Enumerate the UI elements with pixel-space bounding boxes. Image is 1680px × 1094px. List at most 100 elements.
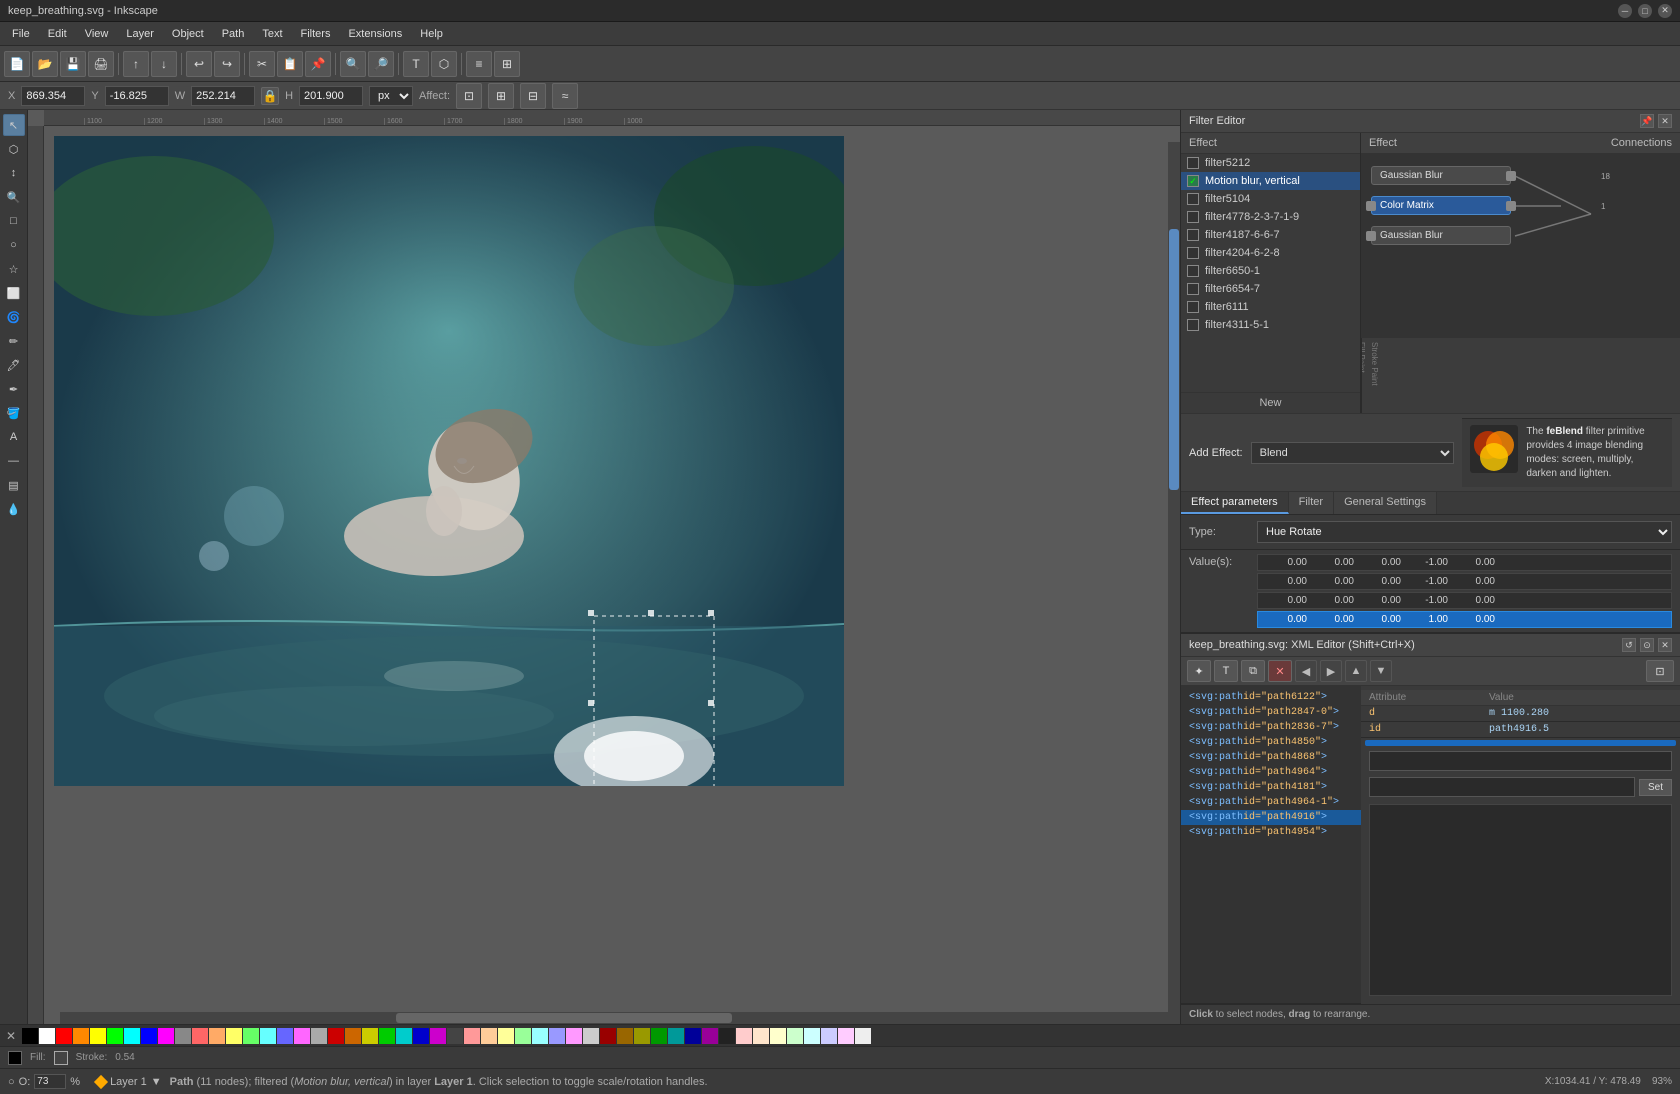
palette-color[interactable] (22, 1028, 38, 1044)
xml-down-btn[interactable]: ▼ (1370, 660, 1392, 682)
filter-check-9[interactable] (1187, 319, 1199, 331)
palette-color[interactable] (226, 1028, 242, 1044)
node-port-r-0[interactable] (1506, 171, 1516, 181)
circle-tool[interactable]: ○ (3, 234, 25, 256)
palette-color[interactable] (532, 1028, 548, 1044)
print-button[interactable]: 🖨 (88, 51, 114, 77)
filter-item-4[interactable]: filter4187-6-6-7 (1181, 226, 1360, 244)
redo-button[interactable]: ↪ (214, 51, 240, 77)
import-button[interactable]: ↑ (123, 51, 149, 77)
fill-swatch[interactable] (8, 1051, 22, 1065)
palette-color[interactable] (430, 1028, 446, 1044)
palette-color[interactable] (651, 1028, 667, 1044)
palette-color[interactable] (175, 1028, 191, 1044)
palette-color[interactable] (192, 1028, 208, 1044)
tab-effect-params[interactable]: Effect parameters (1181, 492, 1289, 514)
cut-button[interactable]: ✂ (249, 51, 275, 77)
matrix-row-0[interactable]: 0.00 0.00 0.00 -1.00 0.00 (1257, 554, 1672, 571)
copy-button[interactable]: 📋 (277, 51, 303, 77)
xml-text-area[interactable] (1369, 804, 1672, 996)
palette-color[interactable] (464, 1028, 480, 1044)
vertical-scrollbar[interactable] (1168, 142, 1180, 1012)
xml-new-text-btn[interactable]: T (1214, 660, 1238, 682)
save-button[interactable]: 💾 (60, 51, 86, 77)
palette-color[interactable] (107, 1028, 123, 1044)
minimize-button[interactable]: ─ (1618, 4, 1632, 18)
attr-row-d[interactable]: d m 1100.280 (1361, 706, 1680, 722)
undo-button[interactable]: ↩ (186, 51, 212, 77)
palette-color[interactable] (804, 1028, 820, 1044)
palette-color[interactable] (158, 1028, 174, 1044)
palette-color[interactable] (90, 1028, 106, 1044)
palette-color[interactable] (787, 1028, 803, 1044)
filter-check-0[interactable] (1187, 157, 1199, 169)
h-input[interactable] (299, 86, 363, 106)
paste-button[interactable]: 📌 (305, 51, 331, 77)
palette-color[interactable] (719, 1028, 735, 1044)
palette-color[interactable] (515, 1028, 531, 1044)
filter-check-3[interactable] (1187, 211, 1199, 223)
palette-color[interactable] (243, 1028, 259, 1044)
palette-color[interactable] (498, 1028, 514, 1044)
xml-node-2[interactable]: <svg:path id="path2836-7" > (1181, 720, 1361, 735)
palette-color[interactable] (379, 1028, 395, 1044)
panel-pin-button[interactable]: 📌 (1640, 114, 1654, 128)
palette-color[interactable] (56, 1028, 72, 1044)
pencil-tool[interactable]: ✏ (3, 330, 25, 352)
node-tool-button[interactable]: ⬡ (431, 51, 457, 77)
filter-item-3[interactable]: filter4778-2-3-7-1-9 (1181, 208, 1360, 226)
align-button[interactable]: ≡ (466, 51, 492, 77)
palette-color[interactable] (685, 1028, 701, 1044)
xml-wrap-btn[interactable]: ⊡ (1646, 660, 1674, 682)
palette-color[interactable] (753, 1028, 769, 1044)
select-tool[interactable]: ↖ (3, 114, 25, 136)
opacity-input[interactable] (34, 1074, 66, 1089)
xml-next-btn[interactable]: ▶ (1320, 660, 1342, 682)
node-port-l-2[interactable] (1366, 231, 1376, 241)
palette-color[interactable] (73, 1028, 89, 1044)
palette-color[interactable] (821, 1028, 837, 1044)
filter-item-7[interactable]: filter6654-7 (1181, 280, 1360, 298)
filter-check-4[interactable] (1187, 229, 1199, 241)
w-input[interactable] (191, 86, 255, 106)
affect-btn-3[interactable]: ⊟ (520, 83, 546, 109)
xml-close-button[interactable]: ✕ (1658, 638, 1672, 652)
node-port-r-1[interactable] (1506, 201, 1516, 211)
filter-check-7[interactable] (1187, 283, 1199, 295)
menu-help[interactable]: Help (412, 26, 451, 42)
palette-color[interactable] (770, 1028, 786, 1044)
zoom-out-button[interactable]: 🔎 (368, 51, 394, 77)
add-effect-select[interactable]: Blend Gaussian Blur Color Matrix Merge (1251, 442, 1455, 464)
spiral-tool[interactable]: 🌀 (3, 306, 25, 328)
menu-path[interactable]: Path (214, 26, 253, 42)
palette-color[interactable] (124, 1028, 140, 1044)
zoom-tool[interactable]: 🔍 (3, 186, 25, 208)
effect-node-gaussian-1[interactable]: Gaussian Blur (1371, 166, 1511, 185)
xml-node-6[interactable]: <svg:path id="path4181" > (1181, 780, 1361, 795)
panel-close-button[interactable]: ✕ (1658, 114, 1672, 128)
palette-color[interactable] (39, 1028, 55, 1044)
xml-node-9[interactable]: <svg:path id="path4954" > (1181, 825, 1361, 840)
xml-refresh-button[interactable]: ↺ (1622, 638, 1636, 652)
palette-color[interactable] (413, 1028, 429, 1044)
rect-tool[interactable]: □ (3, 210, 25, 232)
xml-pin-button[interactable]: ⊙ (1640, 638, 1654, 652)
attr-row-id[interactable]: id path4916.5 (1361, 722, 1680, 738)
filter-check-1[interactable]: ✓ (1187, 175, 1199, 187)
view-toggle-button[interactable]: ⊞ (494, 51, 520, 77)
h-scroll-thumb[interactable] (396, 1013, 732, 1023)
bucket-tool[interactable]: 🪣 (3, 402, 25, 424)
filter-item-5[interactable]: filter4204-6-2-8 (1181, 244, 1360, 262)
3d-box-tool[interactable]: ⬜ (3, 282, 25, 304)
gradient-tool[interactable]: ▤ (3, 474, 25, 496)
xml-node-5[interactable]: <svg:path id="path4964" > (1181, 765, 1361, 780)
filter-check-8[interactable] (1187, 301, 1199, 313)
affect-btn-2[interactable]: ⊞ (488, 83, 514, 109)
menu-text[interactable]: Text (254, 26, 290, 42)
tab-filter[interactable]: Filter (1289, 492, 1334, 514)
menu-edit[interactable]: Edit (40, 26, 75, 42)
palette-color[interactable] (481, 1028, 497, 1044)
xml-node-8[interactable]: <svg:path id="path4916" > (1181, 810, 1361, 825)
palette-color[interactable] (294, 1028, 310, 1044)
calligraphy-tool[interactable]: ✒ (3, 378, 25, 400)
